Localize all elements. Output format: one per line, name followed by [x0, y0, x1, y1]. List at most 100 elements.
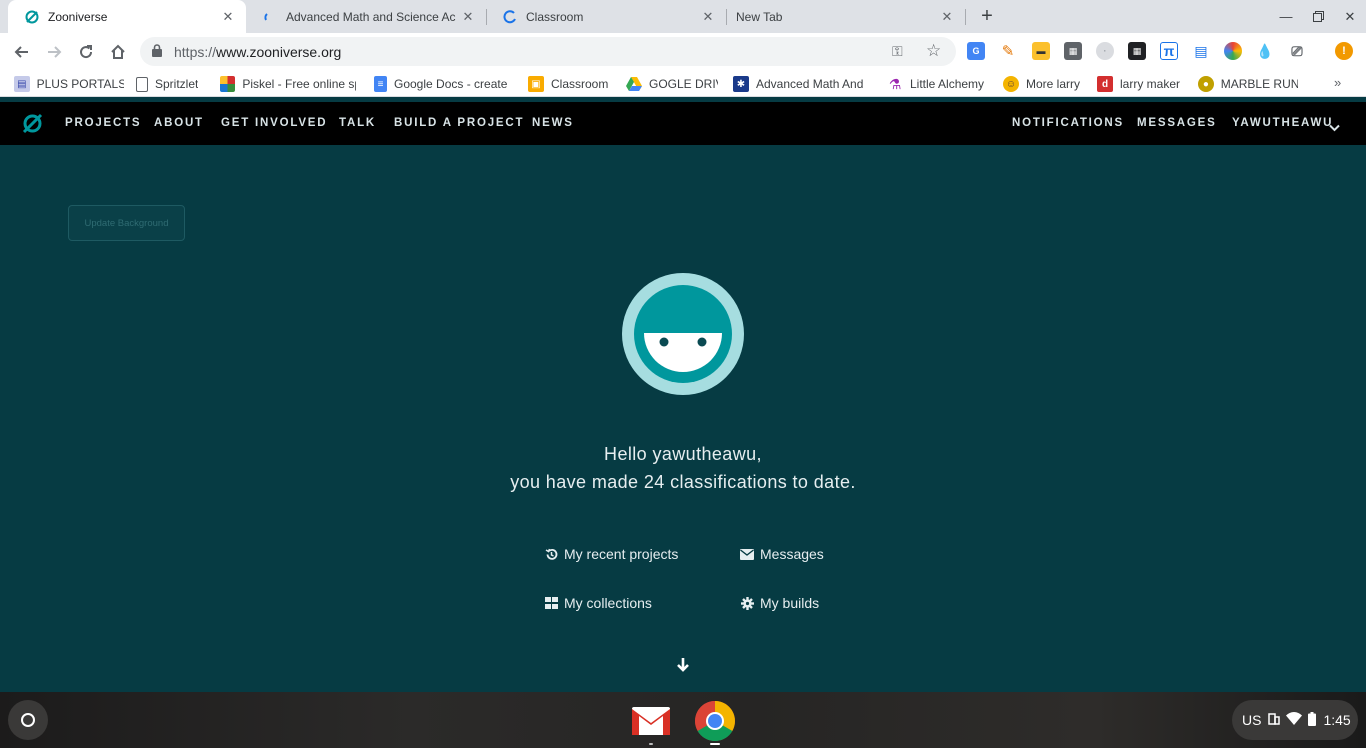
- qr-extension-icon[interactable]: ▦: [1064, 42, 1082, 60]
- nav-about[interactable]: ABOUT: [154, 117, 204, 129]
- close-tab-icon[interactable]: ✕: [460, 9, 476, 25]
- address-bar[interactable]: https://www.zooniverse.org ⚿ ☆: [140, 37, 956, 66]
- nav-get-involved[interactable]: GET INVOLVED: [221, 117, 327, 129]
- launcher-button[interactable]: [8, 700, 48, 740]
- greeting-hello: Hello yawutheawu,: [604, 444, 762, 464]
- yellow-extension-icon[interactable]: ▬: [1032, 42, 1050, 60]
- link-label: My recent projects: [564, 546, 679, 562]
- minimize-icon[interactable]: —: [1270, 0, 1302, 33]
- forward-arrow-icon[interactable]: [40, 38, 68, 66]
- color-wheel-extension-icon[interactable]: [1224, 42, 1242, 60]
- tab-new-tab[interactable]: New Tab ✕: [720, 0, 965, 33]
- tab-title: Advanced Math and Science Ac: [286, 9, 456, 24]
- cast-icon[interactable]: ⎚: [1288, 42, 1306, 60]
- update-alert-icon[interactable]: !: [1335, 42, 1353, 60]
- os-shelf: US 1:45: [0, 692, 1366, 748]
- calculator-extension-icon[interactable]: ▤: [1192, 42, 1210, 60]
- chrome-icon[interactable]: [694, 700, 736, 742]
- zooniverse-logo-icon[interactable]: [22, 113, 43, 134]
- close-tab-icon[interactable]: ✕: [700, 9, 716, 25]
- app-active-indicator: [710, 743, 720, 745]
- marble-icon: ●: [1198, 76, 1214, 92]
- bookmark-plus-portals[interactable]: ▤ PLUS PORTALS: [14, 75, 124, 93]
- status-tray[interactable]: US 1:45: [1232, 700, 1358, 740]
- zooniverse-favicon-icon: [24, 9, 40, 25]
- pi-extension-icon[interactable]: π: [1160, 42, 1178, 60]
- more-bookmarks-icon[interactable]: »: [1334, 75, 1341, 90]
- key-icon[interactable]: ⚿: [892, 43, 903, 60]
- nav-build-a-project[interactable]: BUILD A PROJECT: [394, 117, 524, 129]
- nav-talk[interactable]: TALK: [339, 117, 376, 129]
- nav-user-menu[interactable]: YAWUTHEAWU: [1232, 117, 1333, 129]
- tab-advanced-math[interactable]: Advanced Math and Science Ac ✕: [246, 0, 486, 33]
- update-background-button[interactable]: Update Background: [68, 205, 185, 241]
- pencil-extension-icon[interactable]: ✎: [999, 42, 1017, 60]
- reload-icon[interactable]: [72, 38, 100, 66]
- nav-projects[interactable]: PROJECTS: [65, 117, 141, 129]
- tab-title: Zooniverse: [48, 9, 108, 24]
- new-tab-button[interactable]: +: [975, 4, 999, 28]
- battery-icon: [1308, 711, 1317, 729]
- google-docs-icon: ≡: [374, 76, 387, 92]
- nav-notifications[interactable]: NOTIFICATIONS: [1012, 117, 1124, 129]
- loading-icon: [502, 9, 518, 25]
- history-icon: [544, 547, 558, 561]
- bookmark-piskel[interactable]: Piskel - Free online sp: [220, 75, 356, 93]
- my-collections-link[interactable]: My collections: [544, 595, 652, 611]
- google-drive-icon: [626, 76, 642, 92]
- nav-news[interactable]: NEWS: [532, 117, 574, 129]
- bookmark-advanced-math[interactable]: ✱ Advanced Math And: [733, 75, 867, 93]
- input-method-label: US: [1242, 712, 1262, 728]
- tab-title: Classroom: [526, 9, 584, 24]
- chevron-down-icon[interactable]: [1329, 119, 1340, 137]
- username-label: YAWUTHEAWU: [1232, 117, 1334, 129]
- screen: Zooniverse ✕ Advanced Math and Science A…: [0, 0, 1366, 748]
- url-text: https://www.zooniverse.org: [174, 44, 342, 60]
- bookmark-little-alchemy[interactable]: ⚗ Little Alchemy: [887, 75, 989, 93]
- nav-messages[interactable]: MESSAGES: [1137, 117, 1217, 129]
- emoji-icon: ☺: [1003, 76, 1019, 92]
- tab-zooniverse[interactable]: Zooniverse ✕: [8, 0, 246, 33]
- bookmark-spritzlet[interactable]: Spritzlet: [136, 75, 212, 93]
- home-icon[interactable]: [104, 38, 132, 66]
- close-tab-icon[interactable]: ✕: [939, 9, 955, 25]
- home-hero: Update Background Hello yawutheawu, you …: [0, 145, 1366, 692]
- classification-count-text: you have made 24 classifications to date…: [510, 472, 856, 492]
- messages-link[interactable]: Messages: [740, 546, 824, 562]
- bookmark-google-docs[interactable]: ≡ Google Docs - create: [374, 75, 512, 93]
- close-window-icon[interactable]: ✕: [1334, 0, 1366, 33]
- bookmarks-bar: ▤ PLUS PORTALS Spritzlet Piskel - Free o…: [0, 70, 1366, 97]
- tab-divider: [965, 9, 966, 25]
- bookmark-larry-maker[interactable]: d larry maker: [1097, 75, 1185, 93]
- link-label: My builds: [760, 595, 820, 611]
- wifi-icon: [1286, 712, 1303, 728]
- clock: 1:45: [1323, 712, 1351, 728]
- circle-extension-icon[interactable]: ·: [1096, 42, 1114, 60]
- snowflake-icon: ✱: [733, 76, 749, 92]
- site-navbar: PROJECTS ABOUT GET INVOLVED TALK BUILD A…: [0, 102, 1366, 145]
- drop-extension-icon[interactable]: 💧: [1256, 42, 1274, 60]
- translate-extension-icon[interactable]: G: [967, 42, 985, 60]
- my-recent-projects-link[interactable]: My recent projects: [544, 546, 678, 562]
- default-avatar: [622, 273, 744, 395]
- close-tab-icon[interactable]: ✕: [220, 9, 236, 25]
- bookmark-marble-run[interactable]: ● MARBLE RUN: [1198, 75, 1298, 93]
- bookmark-classroom[interactable]: ▣ Classroom: [528, 75, 614, 93]
- tab-title: New Tab: [736, 9, 783, 24]
- tab-classroom[interactable]: Classroom ✕: [486, 0, 726, 33]
- bookmark-google-drive[interactable]: GOGLE DRIV: [626, 75, 718, 93]
- bookmark-star-icon[interactable]: ☆: [926, 41, 941, 61]
- gmail-icon[interactable]: [630, 700, 672, 742]
- my-builds-link[interactable]: My builds: [740, 595, 819, 611]
- page-icon: [136, 76, 148, 92]
- classroom-icon: ▣: [528, 76, 544, 92]
- restore-icon[interactable]: [1302, 0, 1334, 33]
- lock-icon: [152, 44, 164, 58]
- grid-extension-icon[interactable]: ▦: [1128, 42, 1146, 60]
- flask-icon: ⚗: [888, 75, 902, 92]
- plus-portals-icon: ▤: [14, 76, 30, 92]
- back-arrow-icon[interactable]: [8, 38, 36, 66]
- bookmark-more-larry[interactable]: ☺ More larry: [1003, 75, 1085, 93]
- arrow-down-icon[interactable]: [675, 657, 691, 673]
- piskel-icon: [220, 76, 236, 92]
